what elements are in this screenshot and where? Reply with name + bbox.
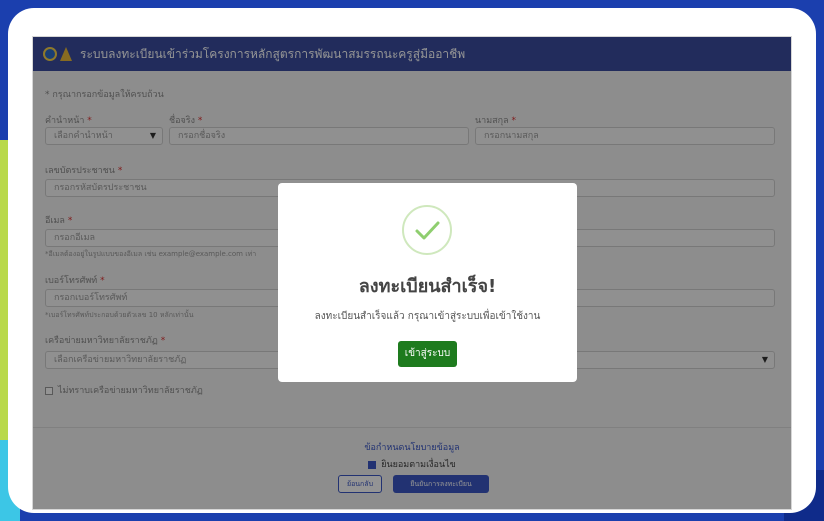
dialog-title: ลงทะเบียนสำเร็จ! <box>358 276 497 297</box>
login-button[interactable]: เข้าสู่ระบบ <box>398 341 457 367</box>
success-dialog: ลงทะเบียนสำเร็จ! ลงทะเบียนสำเร็จแล้ว กรุ… <box>278 183 577 382</box>
dialog-message: ลงทะเบียนสำเร็จแล้ว กรุณาเข้าสู่ระบบเพื่… <box>314 311 541 322</box>
check-circle-icon <box>402 205 452 255</box>
screen-frame: ระบบลงทะเบียนเข้าร่วมโครงการหลักสูตรการพ… <box>8 8 816 513</box>
